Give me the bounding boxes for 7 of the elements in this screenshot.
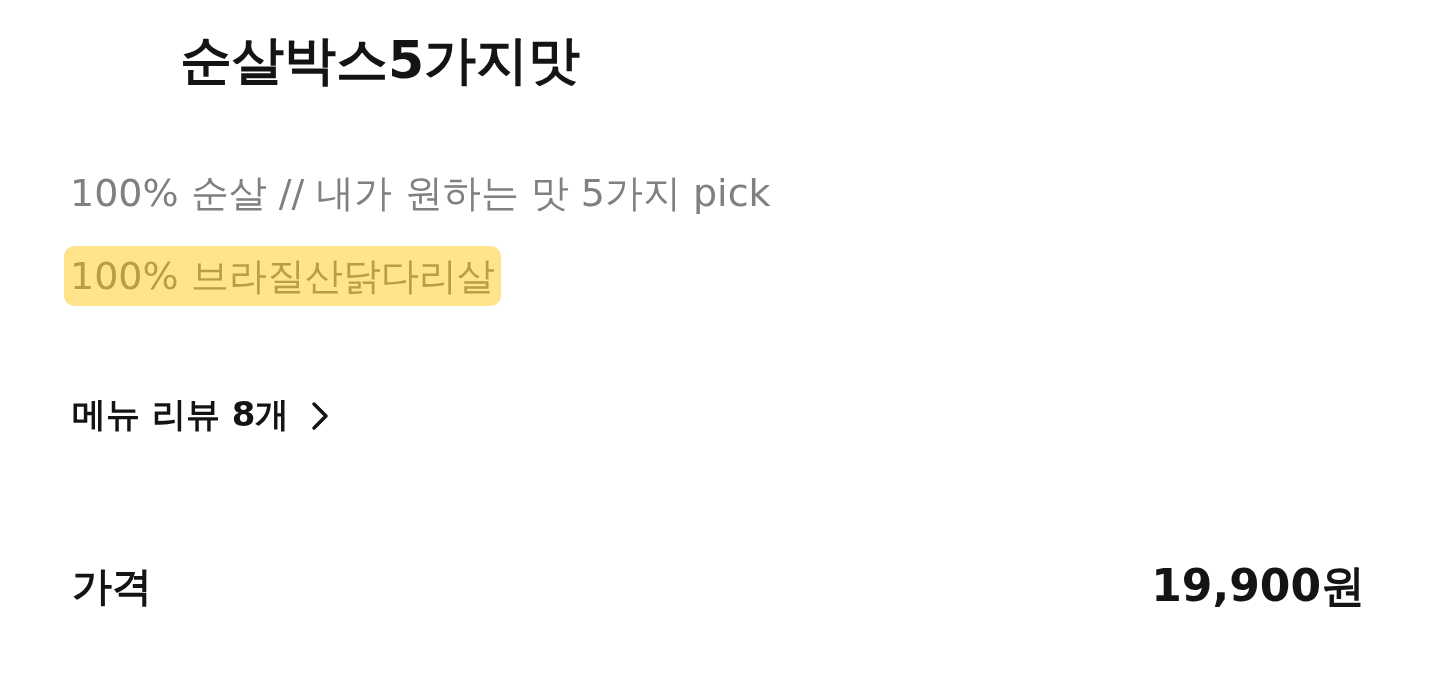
highlight-label: 100% 브라질산닭다리살 [64, 246, 501, 306]
price-value: 19,900원 [1151, 559, 1365, 613]
menu-title: 순살박스5가지맛 [180, 29, 581, 92]
review-link[interactable]: 메뉴 리뷰 8개 [72, 390, 330, 438]
chevron-right-icon [311, 401, 330, 431]
menu-description: 100% 순살 // 내가 원하는 맛 5가지 pick [70, 170, 771, 217]
price-label: 가격 [72, 562, 152, 611]
